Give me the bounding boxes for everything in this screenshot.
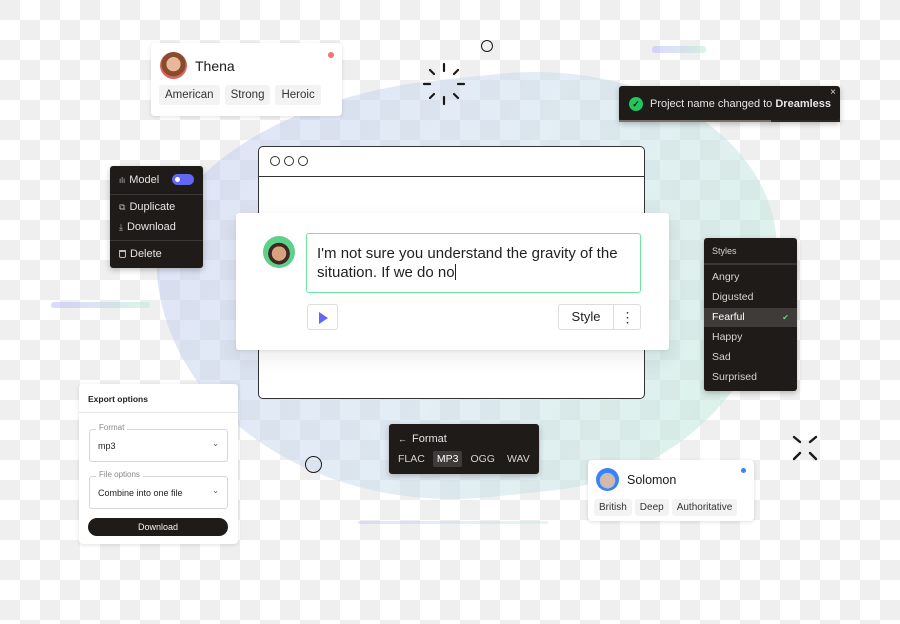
window-control-icon [270, 156, 280, 166]
status-dot [328, 52, 334, 58]
context-menu: ılı Model ⧉ Duplicate ⤓ Download Delete [110, 166, 203, 268]
styles-menu-title: Styles [712, 246, 737, 256]
style-option-angry[interactable]: Angry [704, 268, 797, 287]
decorative-circle [305, 456, 322, 473]
avatar [160, 52, 187, 79]
divider [110, 194, 203, 195]
menu-item-delete[interactable]: Delete [110, 247, 203, 261]
close-icon[interactable]: × [830, 87, 836, 98]
format-option-ogg[interactable]: OGG [466, 451, 499, 467]
export-options-title: Export options [88, 394, 148, 404]
file-options-select[interactable]: File options Combine into one file ⌄ [89, 470, 228, 509]
divider [79, 412, 238, 413]
chevron-down-icon: ⌄ [212, 439, 219, 448]
check-circle-icon: ✓ [629, 97, 643, 111]
text-to-speech-editor: I'm not sure you understand the gravity … [236, 213, 669, 350]
tag: Authoritative [671, 499, 738, 516]
style-option-digusted[interactable]: Digusted [704, 288, 797, 307]
voice-name: Thena [195, 58, 235, 74]
export-options-panel: Export options Format mp3 ⌄ File options… [79, 384, 238, 544]
styles-menu: Styles Angry Digusted Fearful ✔ Happy Sa… [704, 238, 797, 391]
format-option-wav[interactable]: WAV [503, 451, 534, 467]
menu-item-duplicate[interactable]: ⧉ Duplicate [110, 200, 203, 214]
style-option-surprised[interactable]: Surprised [704, 368, 797, 387]
avatar [596, 468, 619, 491]
status-dot [741, 468, 746, 473]
style-option-happy[interactable]: Happy [704, 328, 797, 347]
style-button[interactable]: Style [559, 305, 614, 329]
menu-item-download[interactable]: ⤓ Download [110, 220, 203, 234]
tag: Deep [634, 499, 669, 516]
decorative-circle [481, 40, 493, 52]
tag: American [159, 85, 220, 105]
download-icon: ⤓ [119, 221, 123, 232]
tag: British [594, 499, 632, 516]
play-button[interactable] [307, 304, 338, 330]
arrow-left-icon: ← [398, 434, 407, 444]
text-caret [454, 264, 456, 280]
download-button[interactable]: Download [88, 518, 228, 536]
check-icon: ✔ [782, 313, 789, 322]
tag-list: British Deep Authoritative [594, 497, 742, 516]
loading-spinner-icon [422, 62, 466, 106]
format-select[interactable]: Format mp3 ⌄ [89, 423, 228, 462]
format-option-mp3[interactable]: MP3 [432, 451, 463, 467]
decorative-streak [358, 521, 548, 524]
toast-message: Project name changed to Dreamless [650, 98, 832, 110]
tag: Strong [224, 85, 271, 105]
voice-card-thena[interactable]: Thena American Strong Heroic [151, 43, 342, 116]
toast-notification: ✓ Project name changed to Dreamless × [619, 86, 840, 122]
divider [704, 263, 797, 265]
browser-titlebar [259, 147, 644, 177]
waveform-icon: ılı [119, 175, 126, 185]
menu-item-model[interactable]: ılı Model [110, 172, 203, 188]
toast-progress-track [619, 120, 840, 122]
divider [110, 240, 203, 241]
model-toggle[interactable] [172, 174, 194, 185]
window-control-icon [284, 156, 294, 166]
more-vertical-icon[interactable]: ⋮ [614, 305, 641, 329]
window-control-icon [298, 156, 308, 166]
script-text-input[interactable]: I'm not sure you understand the gravity … [306, 233, 641, 293]
tag: Heroic [275, 85, 321, 105]
style-option-fearful[interactable]: Fearful ✔ [704, 308, 797, 327]
style-button-group: Style ⋮ [558, 304, 641, 330]
decorative-streak [652, 46, 706, 53]
chevron-down-icon: ⌄ [212, 486, 219, 495]
toast-progress-fill [619, 120, 772, 122]
format-menu: ← Format FLAC MP3 OGG WAV [389, 424, 539, 474]
duplicate-icon: ⧉ [119, 201, 126, 212]
format-options: FLAC MP3 OGG WAV [394, 451, 534, 467]
format-back-button[interactable]: ← Format [398, 433, 447, 445]
decorative-streak [51, 302, 150, 308]
toggle-knob [175, 177, 180, 182]
avatar [263, 236, 295, 268]
voice-name: Solomon [627, 473, 677, 487]
trash-icon [119, 250, 126, 258]
voice-card-solomon[interactable]: Solomon British Deep Authoritative [588, 460, 754, 521]
expand-icon [792, 435, 818, 461]
style-option-sad[interactable]: Sad [704, 348, 797, 367]
format-option-flac[interactable]: FLAC [394, 451, 429, 467]
play-icon [319, 312, 328, 324]
tag-list: American Strong Heroic [159, 85, 326, 105]
